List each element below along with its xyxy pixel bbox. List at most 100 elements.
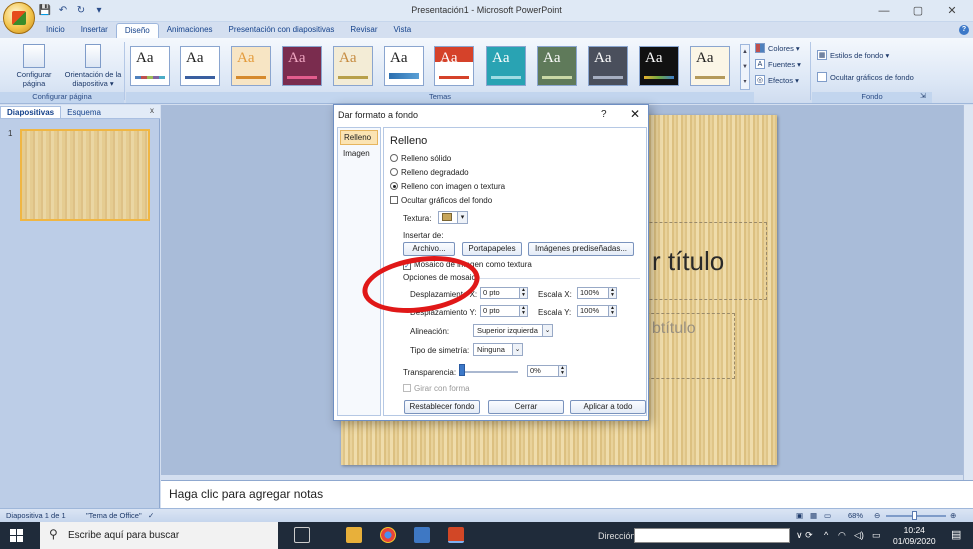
help-icon[interactable]: ?	[959, 25, 969, 35]
theme-color-bars	[439, 76, 469, 79]
fonts-button[interactable]: A Fuentes ▾	[755, 59, 801, 69]
tray-chevron-icon[interactable]: ^	[824, 530, 828, 540]
mirror-type-dropdown[interactable]: Ninguna ⌄	[473, 343, 523, 356]
effects-button[interactable]: ◎ Efectos ▾	[755, 75, 799, 85]
powerpoint-taskbar-icon[interactable]	[448, 527, 464, 543]
reset-background-button[interactable]: Restablecer fondo	[404, 400, 480, 414]
transparency-input[interactable]: 0% ▲ ▼	[527, 365, 567, 377]
spinner-arrows-icon[interactable]: ▲ ▼	[608, 306, 616, 316]
close-pane-icon[interactable]: x	[150, 106, 154, 115]
texture-dropdown[interactable]: ▾	[438, 211, 468, 224]
solid-fill-radio[interactable]: Relleno sólido	[390, 154, 451, 163]
background-dialog-launcher-icon[interactable]: ⇲	[920, 92, 926, 100]
transparency-slider-knob[interactable]	[459, 364, 465, 376]
vertical-scrollbar[interactable]	[963, 105, 973, 480]
theme-12[interactable]: Aa	[690, 46, 730, 86]
theme-6[interactable]: Aa	[384, 46, 424, 86]
tab-inicio[interactable]: Inicio	[38, 23, 73, 39]
minimize-button[interactable]: —	[867, 2, 901, 20]
tab-outline[interactable]: Esquema	[61, 107, 107, 118]
notes-pane[interactable]: Haga clic para agregar notas	[161, 480, 973, 508]
theme-color-bars	[389, 73, 419, 79]
address-input[interactable]	[634, 528, 790, 543]
zoom-out-icon[interactable]: ⊖	[874, 511, 880, 520]
close-dialog-button[interactable]: Cerrar	[488, 400, 564, 414]
clipart-button[interactable]: Imágenes prediseñadas...	[528, 242, 634, 256]
rotate-with-shape-checkbox[interactable]: Girar con forma	[403, 384, 470, 393]
theme-5[interactable]: Aa	[333, 46, 373, 86]
theme-11[interactable]: Aa	[639, 46, 679, 86]
normal-view-icon[interactable]: ▣	[796, 511, 803, 520]
theme-10[interactable]: Aa	[588, 46, 628, 86]
notifications-icon[interactable]: ▤	[951, 528, 961, 541]
picture-fill-radio[interactable]: Relleno con imagen o textura	[390, 182, 505, 191]
theme-color-bars	[695, 76, 725, 79]
maximize-button[interactable]: ▢	[901, 2, 935, 20]
pane-tabs: Diapositivas Esquema x	[0, 105, 160, 119]
taskbar: ⚲ Escribe aquí para buscar Dirección ∨ ⟳…	[0, 522, 973, 549]
volume-icon[interactable]: ◁)	[854, 530, 864, 541]
effects-icon: ◎	[755, 75, 765, 85]
gradient-fill-radio[interactable]: Relleno degradado	[390, 168, 469, 177]
nav-picture[interactable]: Imagen	[340, 147, 378, 160]
zoom-level[interactable]: 68%	[848, 511, 863, 520]
theme-7[interactable]: Aa	[434, 46, 474, 86]
dialog-help-button[interactable]: ?	[601, 109, 607, 120]
theme-3[interactable]: Aa	[231, 46, 271, 86]
slide-thumbnail[interactable]	[20, 129, 150, 221]
spinner-arrows-icon[interactable]: ▲ ▼	[558, 366, 566, 376]
theme-9[interactable]: Aa	[537, 46, 577, 86]
spinner-arrows-icon[interactable]: ▲ ▼	[519, 288, 527, 298]
spinner-arrows-icon[interactable]: ▲ ▼	[608, 288, 616, 298]
clock[interactable]: 10:24 01/09/2020	[893, 525, 936, 547]
close-button[interactable]: ✕	[935, 2, 969, 20]
tab-animaciones[interactable]: Animaciones	[159, 23, 221, 39]
theme-4[interactable]: Aa	[282, 46, 322, 86]
page-setup-button[interactable]: Configurar página	[6, 44, 62, 88]
tab-revisar[interactable]: Revisar	[342, 23, 385, 39]
dialog-close-button[interactable]: ✕	[630, 107, 640, 121]
offset-x-input[interactable]: 0 pto ▲ ▼	[480, 287, 528, 299]
transparency-slider-track[interactable]	[462, 371, 518, 373]
format-background-dialog: Dar formato a fondo ? ✕ Relleno Imagen R…	[333, 104, 649, 421]
apply-to-all-button[interactable]: Aplicar a todo	[570, 400, 646, 414]
hide-background-graphics-checkbox[interactable]: Ocultar gráficos de fondo	[817, 72, 914, 82]
orientation-button[interactable]: Orientación de la diapositiva ▾	[62, 44, 124, 88]
scale-y-input[interactable]: 100% ▲ ▼	[577, 305, 617, 317]
spinner-arrows-icon[interactable]: ▲ ▼	[519, 306, 527, 316]
slideshow-icon[interactable]: ▭	[824, 511, 831, 520]
slide-sorter-icon[interactable]: ▦	[810, 511, 817, 520]
nav-fill[interactable]: Relleno	[340, 130, 378, 145]
file-button[interactable]: Archivo...	[403, 242, 455, 256]
spellcheck-icon[interactable]: ✓	[148, 511, 154, 520]
tab-insertar[interactable]: Insertar	[73, 23, 116, 39]
tab-diseno[interactable]: Diseño	[115, 23, 159, 39]
zoom-slider-knob[interactable]	[912, 511, 917, 520]
hide-graphics-checkbox[interactable]: Ocultar gráficos del fondo	[390, 196, 492, 205]
clipboard-button[interactable]: Portapapeles	[462, 242, 522, 256]
theme-color-bars	[185, 76, 215, 79]
windows-start-icon[interactable]	[10, 529, 23, 542]
theme-8[interactable]: Aa	[486, 46, 526, 86]
tab-slides[interactable]: Diapositivas	[0, 106, 62, 118]
task-view-icon[interactable]	[294, 527, 310, 543]
office-button[interactable]	[3, 2, 35, 34]
background-styles-button[interactable]: ▦ Estilos de fondo ▾	[817, 50, 889, 60]
taskbar-search[interactable]: ⚲ Escribe aquí para buscar	[40, 522, 278, 549]
keyboard-icon[interactable]: ▭	[872, 530, 881, 541]
theme-2[interactable]: Aa	[180, 46, 220, 86]
alignment-dropdown[interactable]: Superior izquierda ⌄	[473, 324, 553, 337]
colors-button[interactable]: Colores ▾	[755, 43, 800, 53]
outlook-icon[interactable]	[414, 527, 430, 543]
offset-y-input[interactable]: 0 pto ▲ ▼	[480, 305, 528, 317]
zoom-in-icon[interactable]: ⊕	[950, 511, 956, 520]
chrome-icon[interactable]	[380, 527, 396, 543]
tab-presentacion[interactable]: Presentación con diapositivas	[221, 23, 343, 39]
tray-icons[interactable]: ∨ ⟳	[796, 530, 813, 541]
scale-x-input[interactable]: 100% ▲ ▼	[577, 287, 617, 299]
network-icon[interactable]: ◠	[838, 530, 846, 541]
themes-gallery-scroll[interactable]: ▲ ▼ ▾	[740, 44, 750, 90]
theme-office[interactable]: Aa	[130, 46, 170, 86]
file-explorer-icon[interactable]	[346, 527, 362, 543]
tab-vista[interactable]: Vista	[386, 23, 420, 39]
